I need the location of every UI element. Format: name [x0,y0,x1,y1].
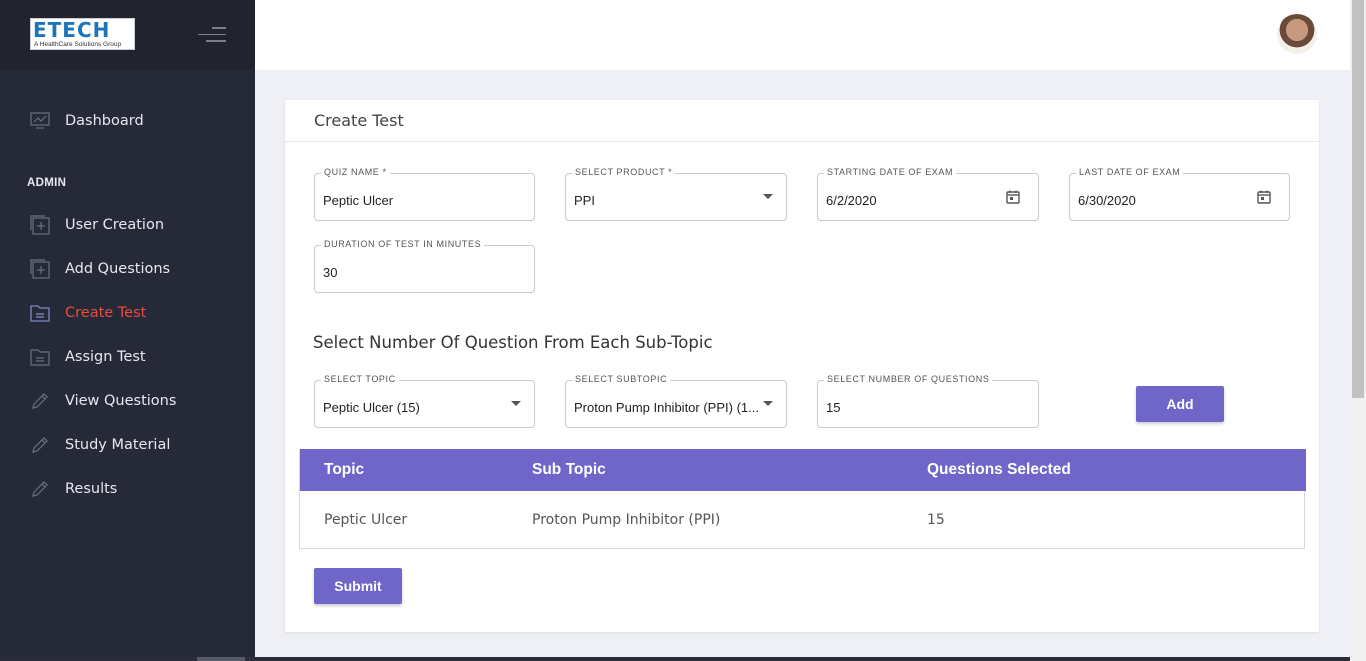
last-date-label: LAST DATE OF EXAM [1076,167,1184,177]
pencil-icon [30,391,50,411]
duration-label: DURATION OF TEST IN MINUTES [321,239,485,249]
sidebar-item-dashboard[interactable]: Dashboard [0,103,255,139]
add-box-icon [30,215,50,235]
sidebar-item-label: Create Test [65,305,147,321]
add-button[interactable]: Add [1136,386,1224,422]
menu-toggle-icon[interactable] [198,27,226,45]
subtopic-heading: Select Number Of Question From Each Sub-… [313,333,713,352]
sidebar-item-create-test[interactable]: Create Test [0,295,255,331]
table-header: Topic Sub Topic Questions Selected [300,449,1306,491]
quiz-name-field[interactable]: QUIZ NAME * Peptic Ulcer [314,167,535,221]
cell-questions-selected: 15 [927,512,945,528]
sidebar-item-add-questions[interactable]: Add Questions [0,251,255,287]
folder-icon [30,347,50,367]
pencil-icon [30,435,50,455]
last-date-field[interactable]: LAST DATE OF EXAM 6/30/2020 [1069,167,1290,221]
quiz-name-label: QUIZ NAME * [321,167,390,177]
num-questions-field[interactable]: SELECT NUMBER OF QUESTIONS 15 [817,374,1039,428]
start-date-value: 6/2/2020 [826,193,877,208]
start-date-field[interactable]: STARTING DATE OF EXAM 6/2/2020 [817,167,1039,221]
sidebar: ETECH A HealthCare Solutions Group Dashb… [0,0,255,661]
product-select[interactable]: SELECT PRODUCT * PPI [565,167,787,221]
product-label: SELECT PRODUCT * [572,167,676,177]
cell-topic: Peptic Ulcer [324,512,408,528]
chevron-down-icon [511,401,521,406]
divider [285,141,1319,142]
sidebar-item-label: Results [65,481,118,497]
chevron-down-icon [763,194,773,199]
top-bar [255,0,1350,70]
topic-label: SELECT TOPIC [321,374,399,384]
sidebar-item-view-questions[interactable]: View Questions [0,383,255,419]
num-questions-label: SELECT NUMBER OF QUESTIONS [824,374,993,384]
page-title: Create Test [314,111,404,130]
quiz-name-value: Peptic Ulcer [323,193,394,208]
section-label-admin: ADMIN [27,177,67,189]
sidebar-item-label: Add Questions [65,261,171,277]
submit-button[interactable]: Submit [314,568,402,604]
logo-tagline: A HealthCare Solutions Group [34,41,122,48]
sidebar-item-label: Dashboard [65,113,144,129]
sidebar-item-study-material[interactable]: Study Material [0,427,255,463]
header-topic: Topic [324,461,365,478]
cell-sub-topic: Proton Pump Inhibitor (PPI) [532,512,721,528]
user-avatar[interactable] [1277,14,1317,54]
header-sub-topic: Sub Topic [532,461,606,478]
sidebar-item-assign-test[interactable]: Assign Test [0,339,255,375]
product-value: PPI [574,193,595,208]
sidebar-item-user-creation[interactable]: User Creation [0,207,255,243]
duration-field[interactable]: DURATION OF TEST IN MINUTES 30 [314,239,535,293]
monitor-icon [30,111,50,131]
brand-logo[interactable]: ETECH A HealthCare Solutions Group [30,18,135,50]
scrollbar-thumb[interactable] [1352,0,1364,398]
topic-value: Peptic Ulcer (15) [323,400,420,415]
sidebar-item-label: Study Material [65,437,171,453]
pencil-icon [30,479,50,499]
sidebar-item-label: View Questions [65,393,177,409]
num-questions-value: 15 [826,400,841,415]
selected-questions-table: Topic Sub Topic Questions Selected Pepti… [299,449,1306,549]
logo-area: ETECH A HealthCare Solutions Group [0,0,255,70]
sidebar-item-results[interactable]: Results [0,471,255,507]
last-date-value: 6/30/2020 [1078,193,1136,208]
start-date-label: STARTING DATE OF EXAM [824,167,957,177]
sidebar-item-label: User Creation [65,217,165,233]
sidebar-item-label: Assign Test [65,349,146,365]
chevron-down-icon [763,401,773,406]
logo-text: ETECH [33,18,111,42]
add-box-icon [30,259,50,279]
horizontal-scrollbar-thumb[interactable] [197,657,245,661]
subtopic-select[interactable]: SELECT SUBTOPIC Proton Pump Inhibitor (P… [565,374,787,428]
calendar-icon[interactable] [1006,190,1020,204]
folder-icon [30,303,50,323]
topic-select[interactable]: SELECT TOPIC Peptic Ulcer (15) [314,374,535,428]
subtopic-label: SELECT SUBTOPIC [572,374,671,384]
header-questions-selected: Questions Selected [927,461,1071,478]
calendar-icon[interactable] [1257,190,1271,204]
subtopic-value: Proton Pump Inhibitor (PPI) (1... [574,400,759,415]
create-test-card: Create Test QUIZ NAME * Peptic Ulcer SEL… [285,100,1319,632]
duration-value: 30 [323,265,338,280]
